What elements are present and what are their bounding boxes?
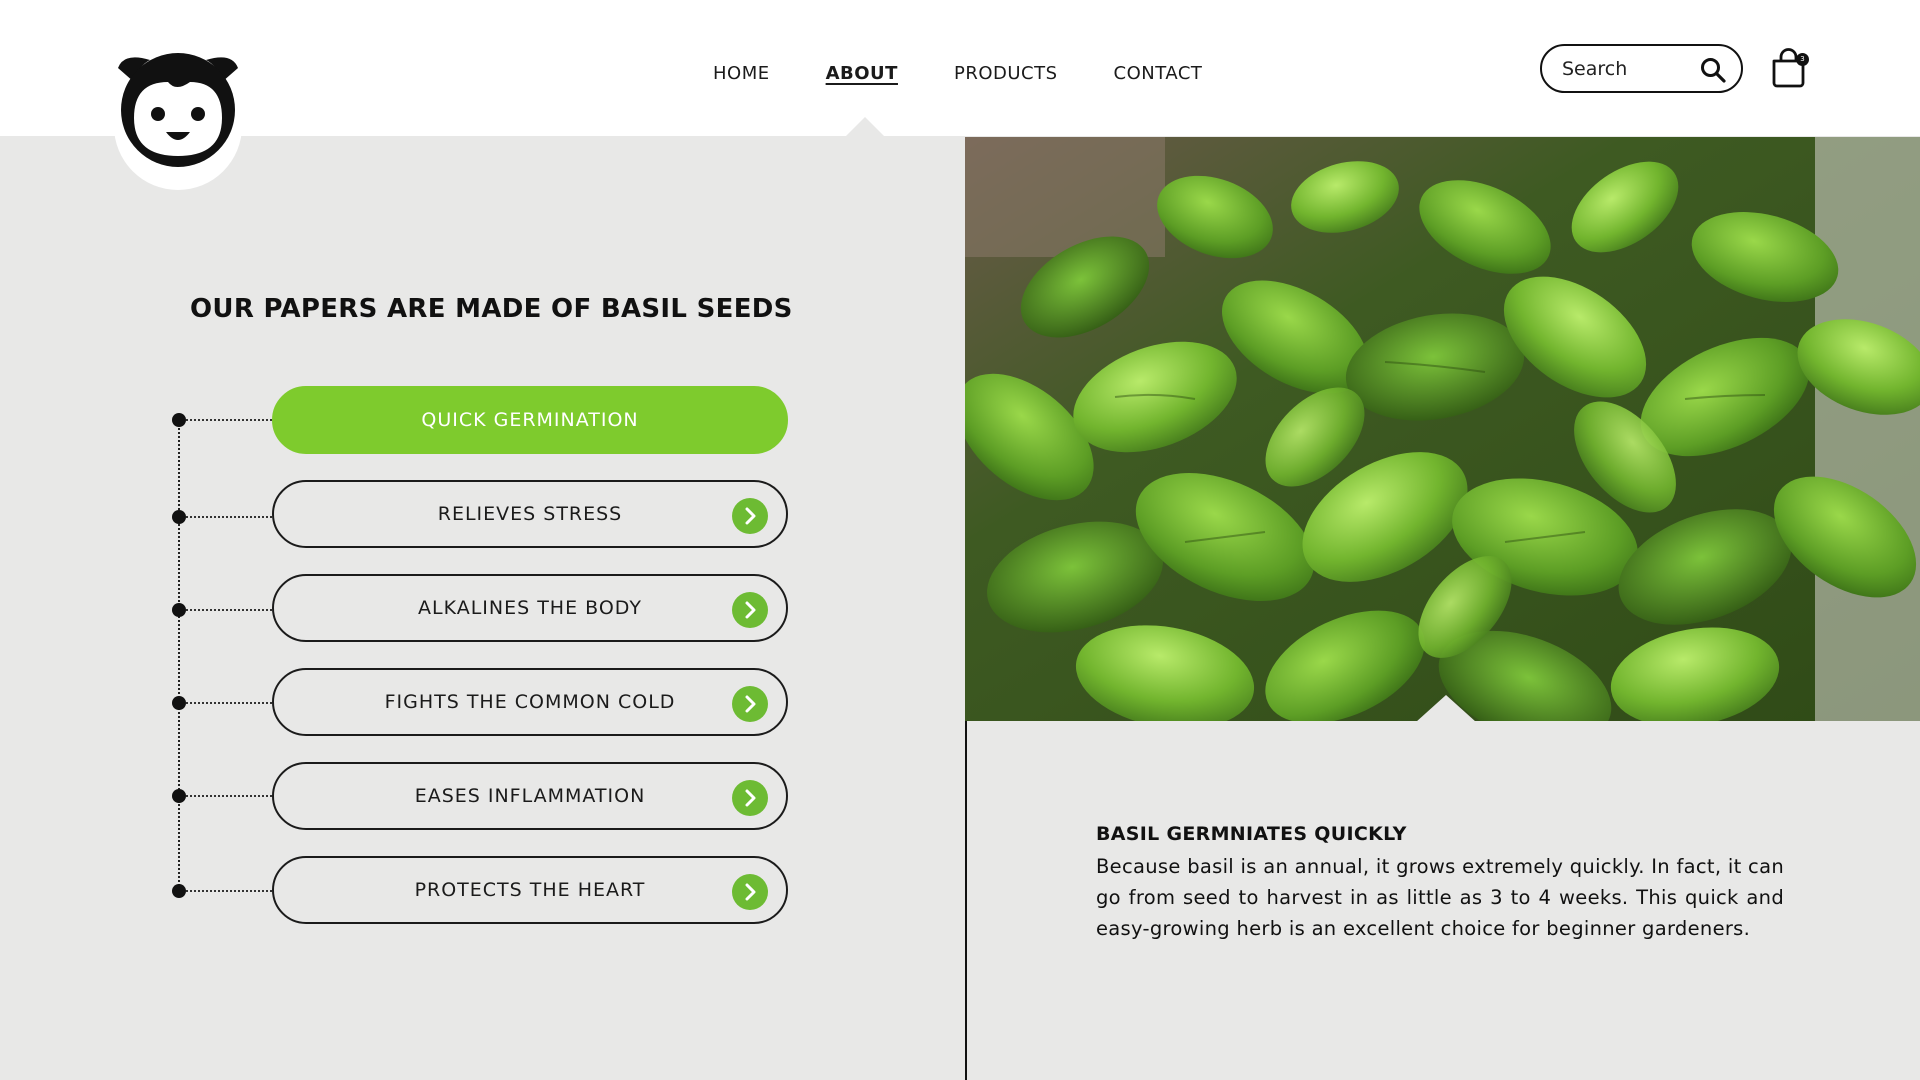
timeline-connector bbox=[186, 890, 272, 892]
timeline-dot bbox=[172, 603, 186, 617]
nav-active-pointer bbox=[845, 117, 885, 137]
feature-pill-eases-inflammation[interactable]: EASES INFLAMMATION bbox=[272, 762, 788, 830]
search-box[interactable] bbox=[1540, 44, 1743, 93]
timeline-dot bbox=[172, 696, 186, 710]
nav-products[interactable]: PRODUCTS bbox=[954, 62, 1058, 86]
feature-label: FIGHTS THE COMMON COLD bbox=[384, 691, 676, 713]
timeline-dot bbox=[172, 789, 186, 803]
feature-label: EASES INFLAMMATION bbox=[414, 785, 646, 807]
feature-item: FIGHTS THE COMMON COLD bbox=[172, 668, 792, 736]
search-input[interactable] bbox=[1562, 57, 1692, 80]
nav-about[interactable]: ABOUT bbox=[826, 62, 898, 86]
timeline-connector bbox=[186, 516, 272, 518]
timeline-dot bbox=[172, 510, 186, 524]
feature-pill-fights-the-common-cold[interactable]: FIGHTS THE COMMON COLD bbox=[272, 668, 788, 736]
chevron-right-icon[interactable] bbox=[732, 780, 768, 816]
info-body: Because basil is an annual, it grows ext… bbox=[1096, 855, 1784, 940]
nav-contact[interactable]: CONTACT bbox=[1114, 62, 1203, 86]
nav-home[interactable]: HOME bbox=[713, 62, 770, 86]
section-title: OUR PAPERS ARE MADE OF BASIL SEEDS bbox=[190, 294, 793, 324]
feature-item: QUICK GERMINATION bbox=[172, 386, 792, 454]
feature-pill-alkalines-the-body[interactable]: ALKALINES THE BODY bbox=[272, 574, 788, 642]
site-header: HOME ABOUT PRODUCTS CONTACT 3 bbox=[0, 0, 1920, 136]
chevron-right-icon[interactable] bbox=[732, 874, 768, 910]
timeline-connector bbox=[186, 702, 272, 704]
timeline-connector bbox=[186, 609, 272, 611]
timeline-connector bbox=[186, 419, 272, 421]
feature-item: RELIEVES STRESS bbox=[172, 480, 792, 548]
feature-item: PROTECTS THE HEART bbox=[172, 856, 792, 924]
chevron-right-icon[interactable] bbox=[732, 592, 768, 628]
vertical-divider bbox=[965, 721, 967, 1080]
search-icon[interactable] bbox=[1699, 56, 1727, 84]
basil-leaves-image bbox=[965, 137, 1920, 721]
timeline-dot bbox=[172, 884, 186, 898]
feature-label: PROTECTS THE HEART bbox=[414, 879, 646, 901]
timeline-connector bbox=[186, 795, 272, 797]
timeline-dot bbox=[172, 413, 186, 427]
feature-pill-quick-germination[interactable]: QUICK GERMINATION bbox=[272, 386, 788, 454]
mascot-logo-icon bbox=[118, 53, 238, 167]
main-nav: HOME ABOUT PRODUCTS CONTACT bbox=[713, 62, 1202, 86]
feature-label: QUICK GERMINATION bbox=[421, 409, 639, 431]
feature-pill-protects-the-heart[interactable]: PROTECTS THE HEART bbox=[272, 856, 788, 924]
chevron-right-icon[interactable] bbox=[732, 686, 768, 722]
feature-label: RELIEVES STRESS bbox=[437, 503, 623, 525]
info-title: BASIL GERMNIATES QUICKLY bbox=[1096, 823, 1407, 845]
feature-item: ALKALINES THE BODY bbox=[172, 574, 792, 642]
chevron-right-icon[interactable] bbox=[732, 498, 768, 534]
feature-label: ALKALINES THE BODY bbox=[417, 597, 642, 619]
photo-pointer bbox=[1416, 695, 1476, 722]
feature-pill-relieves-stress[interactable]: RELIEVES STRESS bbox=[272, 480, 788, 548]
cart-count-badge: 3 bbox=[1796, 53, 1809, 66]
site-logo[interactable] bbox=[108, 52, 248, 190]
basil-photo bbox=[965, 137, 1920, 721]
feature-item: EASES INFLAMMATION bbox=[172, 762, 792, 830]
